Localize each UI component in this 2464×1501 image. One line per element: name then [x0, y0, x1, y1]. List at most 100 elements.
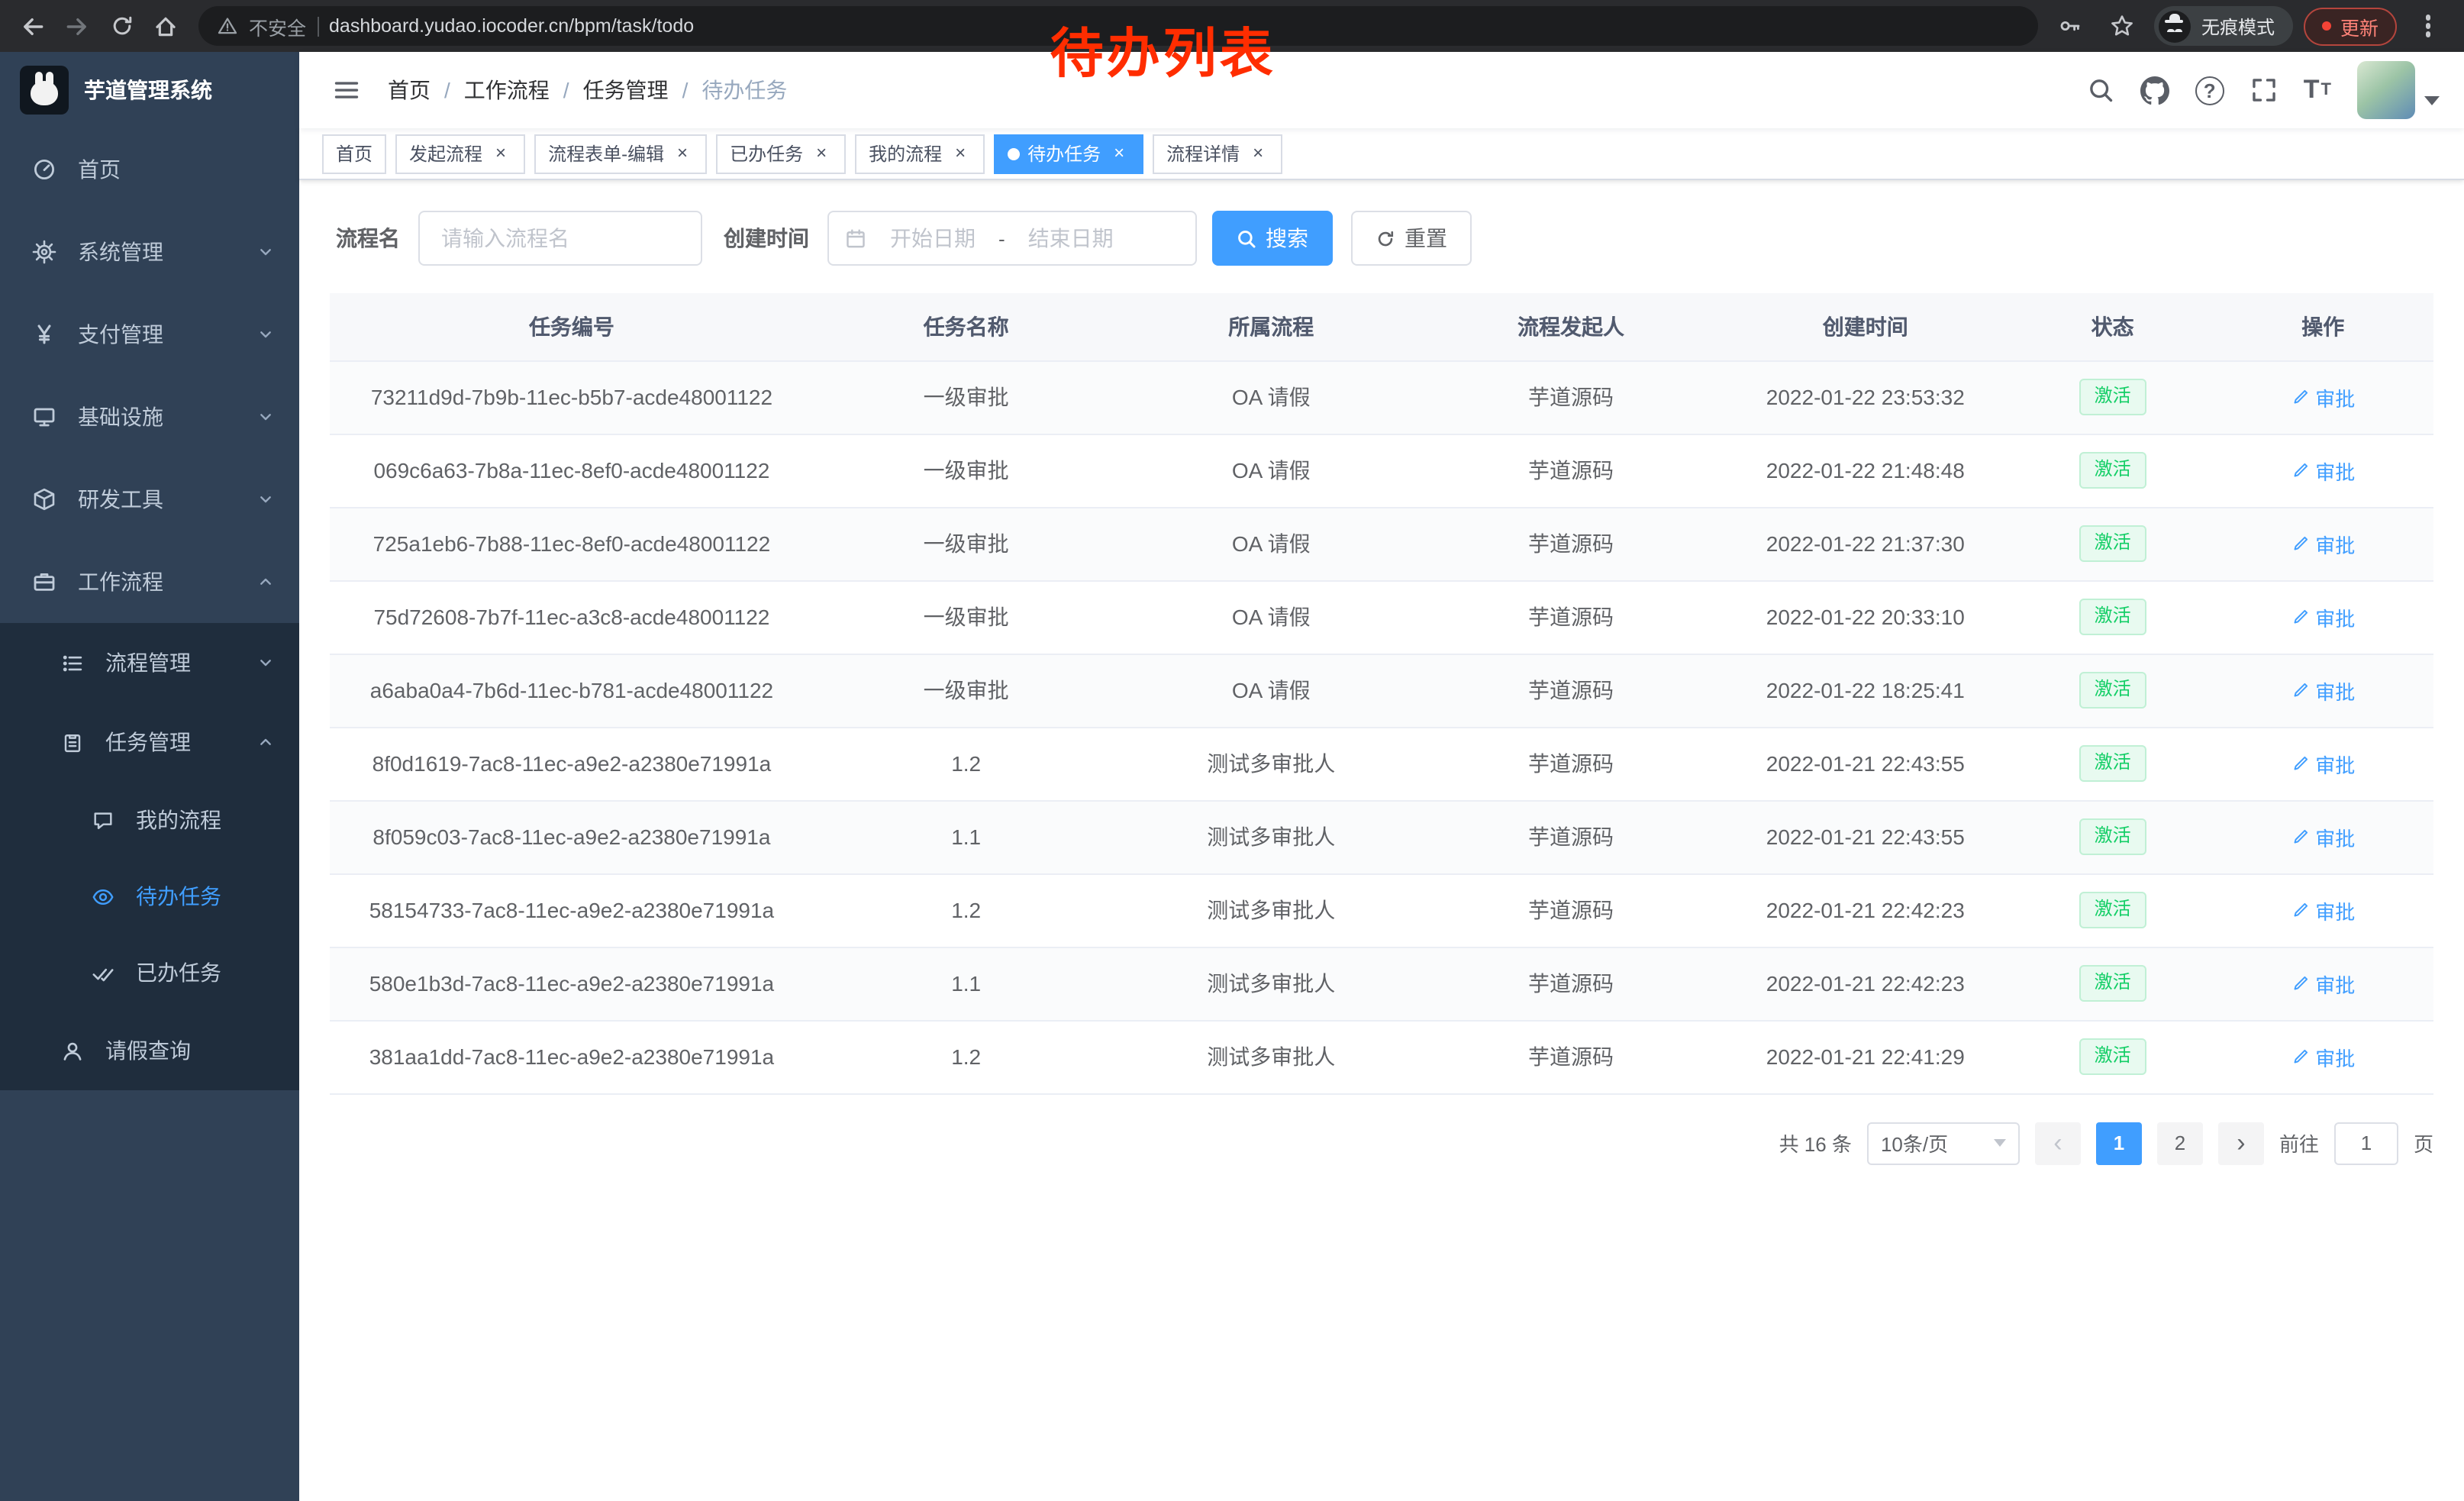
close-icon[interactable] [950, 143, 971, 164]
sidebar-item-process-management[interactable]: 流程管理 [0, 623, 299, 702]
approve-link[interactable]: 审批 [2291, 969, 2355, 998]
process-cell: OA 请假 [1118, 360, 1424, 434]
navbar: 首页 工作流程 任务管理 待办任务 [299, 52, 2464, 128]
initiator-cell: 芋道源码 [1424, 434, 1718, 507]
update-button[interactable]: 更新 [2304, 7, 2397, 45]
task-id-cell: 58154733-7ac8-11ec-a9e2-a2380e71991a [330, 873, 814, 947]
annotation-overlay: 待办列表 [1050, 11, 1276, 89]
close-icon[interactable] [1108, 143, 1130, 164]
task-id-cell: 725a1eb6-7b88-11ec-8ef0-acde48001122 [330, 507, 814, 580]
sidebar-item-leave-query[interactable]: 请假查询 [0, 1011, 299, 1090]
sidebar-toggle-button[interactable] [324, 67, 369, 113]
tag-process-detail[interactable]: 流程详情 [1153, 134, 1282, 173]
approve-link[interactable]: 审批 [2291, 896, 2355, 925]
sidebar-item-workflow[interactable]: 工作流程 [0, 541, 299, 623]
sidebar-item-devtools[interactable]: 研发工具 [0, 458, 299, 541]
approve-link[interactable]: 审批 [2291, 383, 2355, 412]
active-tag-dot-icon [1008, 147, 1020, 160]
font-size-icon[interactable] [2304, 70, 2331, 110]
table-row: a6aba0a4-7b6d-11ec-b781-acde48001122 一级审… [330, 654, 2433, 727]
reset-button[interactable]: 重置 [1351, 211, 1472, 266]
tag-done-tasks[interactable]: 已办任务 [716, 134, 846, 173]
yen-icon [31, 322, 58, 347]
browser-refresh-icon[interactable] [101, 5, 142, 47]
sidebar-item-task-management[interactable]: 任务管理 [0, 702, 299, 782]
search-button[interactable]: 搜索 [1212, 211, 1333, 266]
status-badge: 激活 [2079, 965, 2146, 1001]
initiator-cell: 芋道源码 [1424, 1020, 1718, 1093]
breadcrumb-workflow[interactable]: 工作流程 [464, 75, 550, 105]
page-size-select[interactable]: 10条/页 [1867, 1122, 2020, 1164]
approve-link[interactable]: 审批 [2291, 822, 2355, 851]
double-check-icon [89, 961, 116, 984]
page-button-2[interactable]: 2 [2157, 1122, 2203, 1164]
github-icon[interactable] [2140, 70, 2169, 110]
column-header-initiator: 流程发起人 [1424, 293, 1718, 360]
action-cell: 审批 [2213, 800, 2434, 873]
browser-home-icon[interactable] [145, 5, 186, 47]
action-cell: 审批 [2213, 1020, 2434, 1093]
approve-link[interactable]: 审批 [2291, 1042, 2355, 1071]
tag-my-process[interactable]: 我的流程 [855, 134, 985, 173]
process-name-label: 流程名 [336, 223, 400, 253]
page-button-1[interactable]: 1 [2096, 1122, 2142, 1164]
date-range-picker[interactable]: - [827, 211, 1197, 266]
close-icon[interactable] [1247, 143, 1269, 164]
goto-page-input[interactable] [2334, 1122, 2398, 1164]
help-icon[interactable] [2195, 76, 2224, 105]
approve-link[interactable]: 审批 [2291, 529, 2355, 558]
goto-label: 前往 [2279, 1128, 2319, 1157]
sidebar-item-my-process[interactable]: 我的流程 [0, 782, 299, 858]
status-badge: 激活 [2079, 525, 2146, 561]
close-icon[interactable] [490, 143, 511, 164]
sidebar-item-home[interactable]: 首页 [0, 128, 299, 211]
sidebar-item-infrastructure[interactable]: 基础设施 [0, 376, 299, 458]
breadcrumb-home[interactable]: 首页 [388, 75, 431, 105]
action-cell: 审批 [2213, 727, 2434, 800]
app-logo-row[interactable]: 芋道管理系统 [0, 52, 299, 128]
sidebar-item-done-tasks[interactable]: 已办任务 [0, 934, 299, 1011]
table-row: 8f0d1619-7ac8-11ec-a9e2-a2380e71991a 1.2… [330, 727, 2433, 800]
close-icon[interactable] [811, 143, 832, 164]
search-button-label: 搜索 [1266, 223, 1308, 253]
browser-forward-icon[interactable] [56, 5, 98, 47]
tag-todo-tasks[interactable]: 待办任务 [994, 134, 1143, 173]
task-name-cell: 1.1 [814, 947, 1119, 1020]
start-date-input[interactable] [873, 226, 992, 250]
search-icon[interactable] [2087, 70, 2114, 110]
sidebar-item-payment[interactable]: 支付管理 [0, 293, 299, 376]
approve-link[interactable]: 审批 [2291, 749, 2355, 778]
breadcrumb-task-management[interactable]: 任务管理 [583, 75, 669, 105]
end-date-input[interactable] [1011, 226, 1130, 250]
fullscreen-icon[interactable] [2250, 70, 2278, 110]
sidebar-item-label: 工作流程 [78, 567, 163, 597]
sidebar-item-todo-tasks[interactable]: 待办任务 [0, 858, 299, 934]
tag-home[interactable]: 首页 [322, 134, 386, 173]
browser-menu-icon[interactable] [2408, 5, 2449, 47]
initiator-cell: 芋道源码 [1424, 507, 1718, 580]
prev-page-button[interactable] [2035, 1122, 2081, 1164]
process-name-input[interactable] [418, 211, 702, 266]
tag-process-form-edit[interactable]: 流程表单-编辑 [534, 134, 707, 173]
tag-start-process[interactable]: 发起流程 [395, 134, 525, 173]
incognito-badge: 无痕模式 [2154, 6, 2293, 46]
user-avatar[interactable] [2357, 61, 2440, 119]
tag-label: 流程详情 [1166, 140, 1240, 166]
browser-back-icon[interactable] [12, 5, 53, 47]
approve-link[interactable]: 审批 [2291, 602, 2355, 631]
created-cell: 2022-01-22 23:53:32 [1718, 360, 2013, 434]
chevron-down-icon [256, 490, 275, 508]
close-icon[interactable] [672, 143, 693, 164]
page-content: 流程名 创建时间 - 搜索 [299, 180, 2464, 1501]
next-page-button[interactable] [2218, 1122, 2264, 1164]
password-key-icon[interactable] [2050, 5, 2091, 47]
table-row: 381aa1dd-7ac8-11ec-a9e2-a2380e71991a 1.2… [330, 1020, 2433, 1093]
sidebar-item-system[interactable]: 系统管理 [0, 211, 299, 293]
bookmark-star-icon[interactable] [2102, 5, 2143, 47]
sidebar-menu: 首页 系统管理 支付管理 [0, 128, 299, 1501]
approve-link[interactable]: 审批 [2291, 676, 2355, 705]
update-dot-icon [2322, 21, 2331, 31]
table-header: 任务编号 任务名称 所属流程 流程发起人 创建时间 状态 操作 [330, 293, 2433, 360]
sidebar-item-label: 请假查询 [105, 1035, 191, 1066]
approve-link[interactable]: 审批 [2291, 456, 2355, 485]
